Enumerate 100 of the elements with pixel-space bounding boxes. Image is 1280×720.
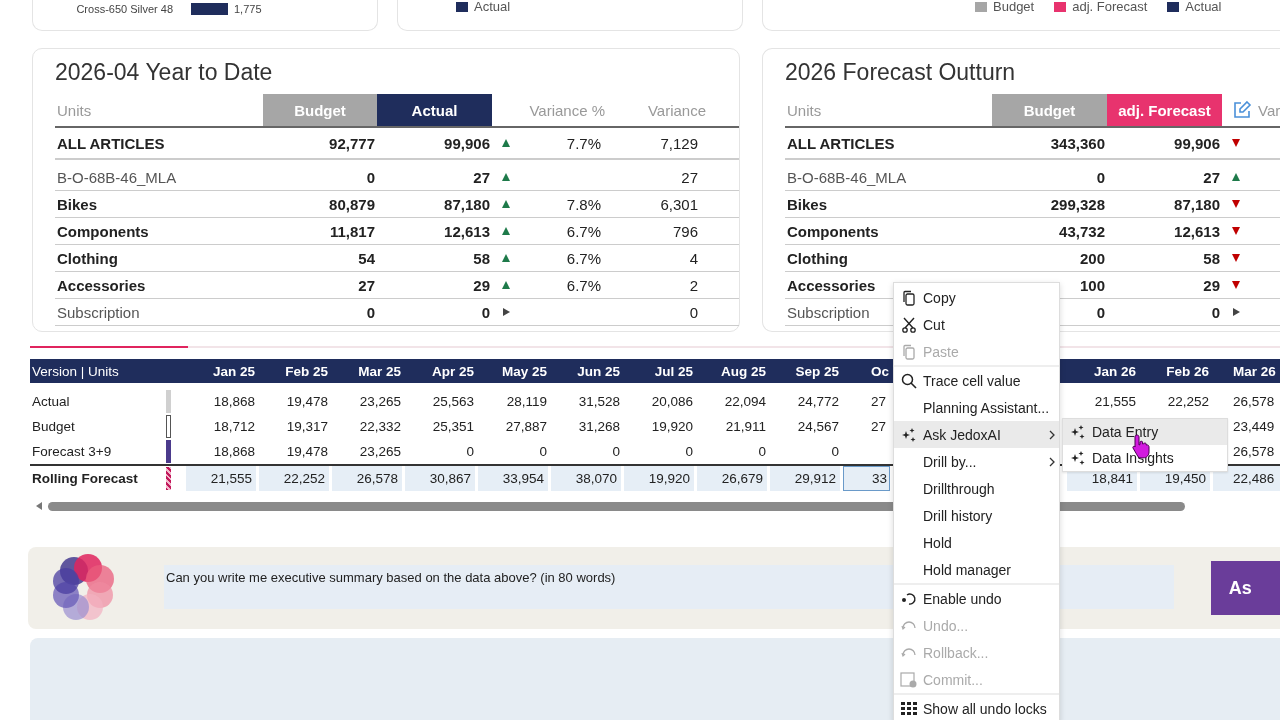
- table-cell[interactable]: 31,268: [551, 414, 624, 439]
- table-cell[interactable]: 0: [697, 439, 770, 464]
- table-cell[interactable]: 19,478: [259, 389, 332, 414]
- scissors-icon: [900, 316, 917, 333]
- column-header: Feb 25: [284, 362, 329, 381]
- table-cell[interactable]: 18,868: [186, 389, 259, 414]
- table-cell[interactable]: 0: [405, 439, 478, 464]
- row-label: Components: [786, 222, 880, 240]
- table-cell[interactable]: 0: [770, 439, 843, 464]
- table-cell[interactable]: 18,712: [186, 414, 259, 439]
- table-cell-text: 29: [1202, 276, 1221, 294]
- menu-item[interactable]: Enable undo: [894, 583, 1059, 612]
- table-cell[interactable]: 18,868: [186, 439, 259, 464]
- table-cell-text: 0: [365, 168, 376, 186]
- table-cell[interactable]: 23,265: [332, 439, 405, 464]
- table-cell[interactable]: 22,486: [1213, 466, 1280, 491]
- table-cell-text: 58: [1202, 249, 1221, 267]
- table-cell[interactable]: 26,578: [332, 466, 402, 491]
- column-header: Apr 25: [430, 362, 475, 381]
- edit-icon[interactable]: [1232, 100, 1252, 120]
- table-cell[interactable]: 21,555: [186, 466, 256, 491]
- column-header: Jan 25: [211, 362, 256, 381]
- table-cell[interactable]: 38,070: [551, 466, 621, 491]
- menu-item[interactable]: Hold: [894, 529, 1059, 556]
- column-header: Sep 25: [794, 362, 840, 381]
- table-cell[interactable]: 22,094: [697, 389, 770, 414]
- table-cell[interactable]: 29,912: [770, 466, 840, 491]
- menu-item[interactable]: Trace cell value: [894, 365, 1059, 394]
- menu-item[interactable]: Drillthrough: [894, 475, 1059, 502]
- table-cell[interactable]: 22,332: [332, 414, 405, 439]
- table-cell[interactable]: 25,351: [405, 414, 478, 439]
- search-icon: [900, 372, 917, 389]
- table-cell[interactable]: 26,578: [1213, 389, 1280, 414]
- menu-item[interactable]: Data Entry: [1063, 419, 1227, 445]
- trend-up-icon: [501, 199, 511, 209]
- table-cell[interactable]: 19,317: [259, 414, 332, 439]
- table-cell[interactable]: 26,679: [697, 466, 767, 491]
- table-cell-text: 0: [1095, 168, 1106, 186]
- row-label: Bikes: [786, 195, 829, 213]
- table-cell[interactable]: 23,265: [332, 389, 405, 414]
- table-cell[interactable]: 33,954: [478, 466, 548, 491]
- table-cell-text: 27: [680, 168, 699, 186]
- table-cell[interactable]: 27,887: [478, 414, 551, 439]
- menu-item[interactable]: Cut: [894, 311, 1059, 338]
- column-header: adj. Forecast: [1107, 94, 1222, 126]
- table-cell[interactable]: 22,252: [1140, 389, 1213, 414]
- column-header: Budget: [992, 94, 1107, 126]
- table-cell-text: 27: [472, 168, 491, 186]
- copy-icon: [900, 289, 917, 306]
- table-cell[interactable]: 27: [843, 414, 890, 439]
- menu-item[interactable]: Drill by...: [894, 448, 1059, 475]
- menu-item[interactable]: Drill history: [894, 502, 1059, 529]
- menu-item[interactable]: Show all undo locks: [894, 693, 1059, 720]
- table-cell-text: 27: [1202, 168, 1221, 186]
- table-cell[interactable]: 28,119: [478, 389, 551, 414]
- menu-item[interactable]: Planning Assistant...: [894, 394, 1059, 421]
- table-cell[interactable]: 19,920: [624, 414, 697, 439]
- column-header: Variance %: [528, 100, 606, 121]
- row-label: ALL ARTICLES: [786, 134, 896, 152]
- table-cell[interactable]: 27: [843, 389, 890, 414]
- table-cell[interactable]: 25,563: [405, 389, 478, 414]
- row-label: ALL ARTICLES: [56, 134, 166, 152]
- scroll-left-icon[interactable]: [34, 501, 44, 511]
- table-cell[interactable]: 22,252: [259, 466, 329, 491]
- table-cell[interactable]: 0: [478, 439, 551, 464]
- table-cell[interactable]: 33: [843, 466, 890, 491]
- table-cell-text: 43,732: [1058, 222, 1106, 240]
- menu-item[interactable]: Ask JedoxAI: [894, 421, 1059, 448]
- table-cell-text: 80,879: [328, 195, 376, 213]
- table-cell-text: 796: [671, 222, 699, 240]
- table-cell-text: 12,613: [443, 222, 491, 240]
- row-label: Forecast 3+9: [31, 444, 113, 459]
- table-cell[interactable]: 19,478: [259, 439, 332, 464]
- table-cell-text: 12,613: [1173, 222, 1221, 240]
- undo-dot-icon: [900, 590, 917, 607]
- table-cell: 6.7%: [566, 249, 601, 267]
- table-cell[interactable]: 31,528: [551, 389, 624, 414]
- table-cell-text: 58: [472, 249, 491, 267]
- table-cell[interactable]: 0: [551, 439, 624, 464]
- table-cell: 7.7%: [566, 134, 601, 152]
- trend-up-icon: [501, 280, 511, 290]
- trend-up-icon: [501, 226, 511, 236]
- table-cell[interactable]: 24,772: [770, 389, 843, 414]
- table-cell[interactable]: 21,911: [697, 414, 770, 439]
- row-label: Bikes: [56, 195, 99, 213]
- table-cell[interactable]: 30,867: [405, 466, 475, 491]
- table-cell-text: 0: [480, 303, 491, 321]
- table-cell-text: 87,180: [443, 195, 491, 213]
- table-cell[interactable]: 21,555: [1067, 389, 1140, 414]
- table-cell[interactable]: 0: [624, 439, 697, 464]
- menu-item[interactable]: Copy: [894, 284, 1059, 311]
- column-header: Jun 25: [576, 362, 621, 381]
- bar-value: 1,775: [234, 3, 262, 15]
- table-cell[interactable]: 19,920: [624, 466, 694, 491]
- table-cell[interactable]: 20,086: [624, 389, 697, 414]
- ask-button[interactable]: As: [1210, 561, 1280, 615]
- card-title: 2026-04 Year to Date: [55, 59, 274, 86]
- table-cell-text: 54: [357, 249, 376, 267]
- table-cell-text: 200: [1078, 249, 1106, 267]
- table-cell[interactable]: 24,567: [770, 414, 843, 439]
